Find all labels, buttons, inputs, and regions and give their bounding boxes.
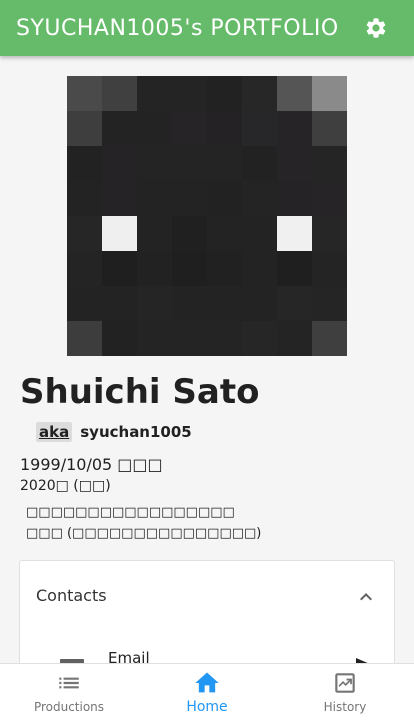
avatar-pixel — [312, 111, 347, 146]
avatar-pixel — [172, 251, 207, 286]
avatar-pixel — [207, 146, 242, 181]
avatar-pixel — [102, 146, 137, 181]
avatar-pixel — [312, 251, 347, 286]
avatar-pixel — [137, 286, 172, 321]
avatar-pixel — [172, 181, 207, 216]
avatar-pixel — [102, 286, 137, 321]
avatar-pixel — [242, 146, 277, 181]
avatar-pixel — [172, 216, 207, 251]
avatar-pixel — [207, 76, 242, 111]
avatar-pixel — [277, 216, 312, 251]
avatar-pixel — [67, 146, 102, 181]
avatar-pixel — [137, 251, 172, 286]
avatar-pixel — [242, 76, 277, 111]
avatar-pixel — [242, 321, 277, 356]
avatar — [67, 76, 347, 356]
avatar-pixel — [102, 321, 137, 356]
avatar-pixel — [242, 286, 277, 321]
avatar-pixel — [277, 251, 312, 286]
avatar-pixel — [207, 286, 242, 321]
avatar-pixel — [67, 321, 102, 356]
profile-name: Shuichi Sato — [20, 372, 260, 412]
birth-date: 1999/10/05 □□□ — [20, 455, 163, 474]
app-bar: SYUCHAN1005's PORTFOLIO — [0, 0, 414, 56]
avatar-pixel — [67, 286, 102, 321]
bottom-navigation: Productions Home History — [0, 663, 414, 720]
nav-history[interactable]: History — [276, 664, 414, 720]
avatar-pixel — [172, 146, 207, 181]
avatar-pixel — [312, 216, 347, 251]
avatar-pixel — [137, 216, 172, 251]
avatar-pixel — [172, 286, 207, 321]
avatar-pixel — [277, 76, 312, 111]
avatar-pixel — [102, 111, 137, 146]
avatar-pixel — [207, 181, 242, 216]
handle: syuchan1005 — [80, 423, 192, 441]
aka-badge: aka — [36, 422, 73, 442]
since-date: 2020□ (□□) — [20, 478, 111, 494]
avatar-pixel — [67, 216, 102, 251]
avatar-pixel — [102, 181, 137, 216]
avatar-pixel — [277, 321, 312, 356]
avatar-pixel — [207, 321, 242, 356]
avatar-pixel — [137, 76, 172, 111]
avatar-pixel — [312, 146, 347, 181]
avatar-pixel — [172, 76, 207, 111]
avatar-pixel — [67, 111, 102, 146]
avatar-pixel — [312, 181, 347, 216]
nav-label-home: Home — [186, 699, 228, 715]
nav-home[interactable]: Home — [138, 664, 276, 720]
nav-label-productions: Productions — [33, 700, 105, 714]
avatar-pixel — [172, 321, 207, 356]
settings-button[interactable] — [362, 14, 390, 42]
avatar-pixel — [312, 286, 347, 321]
avatar-pixel — [67, 251, 102, 286]
gear-icon — [366, 18, 386, 38]
trending-up-icon — [335, 673, 355, 693]
avatar-pixel — [242, 216, 277, 251]
avatar-pixel — [242, 111, 277, 146]
avatar-pixel — [312, 321, 347, 356]
home-icon — [195, 672, 219, 693]
avatar-pixel — [172, 111, 207, 146]
avatar-pixel — [67, 76, 102, 111]
app-title: SYUCHAN1005's PORTFOLIO — [16, 15, 339, 41]
avatar-pixel — [102, 251, 137, 286]
avatar-pixel — [207, 251, 242, 286]
avatar-pixel — [277, 146, 312, 181]
avatar-pixel — [137, 111, 172, 146]
avatar-pixel — [277, 286, 312, 321]
list-icon — [59, 677, 79, 689]
avatar-pixel — [277, 181, 312, 216]
avatar-pixel — [67, 181, 102, 216]
bio-line-2: □□□ (□□□□□□□□□□□□□□□) — [26, 526, 262, 541]
avatar-pixel — [242, 251, 277, 286]
avatar-pixel — [207, 216, 242, 251]
aka-row: aka syuchan1005 — [36, 422, 192, 442]
avatar-pixel — [137, 146, 172, 181]
nav-label-history: History — [323, 700, 367, 714]
nav-productions[interactable]: Productions — [0, 664, 138, 720]
contacts-title: Contacts — [36, 586, 107, 605]
avatar-pixel — [277, 111, 312, 146]
chevron-up-icon[interactable] — [354, 585, 378, 609]
avatar-pixel — [312, 76, 347, 111]
avatar-pixel — [102, 76, 137, 111]
avatar-pixel — [137, 321, 172, 356]
bio-line-1: □□□□□□□□□□□□□□□□□ — [26, 505, 235, 520]
avatar-pixel — [137, 181, 172, 216]
avatar-pixel — [102, 216, 137, 251]
avatar-pixel — [242, 181, 277, 216]
avatar-pixel — [207, 111, 242, 146]
